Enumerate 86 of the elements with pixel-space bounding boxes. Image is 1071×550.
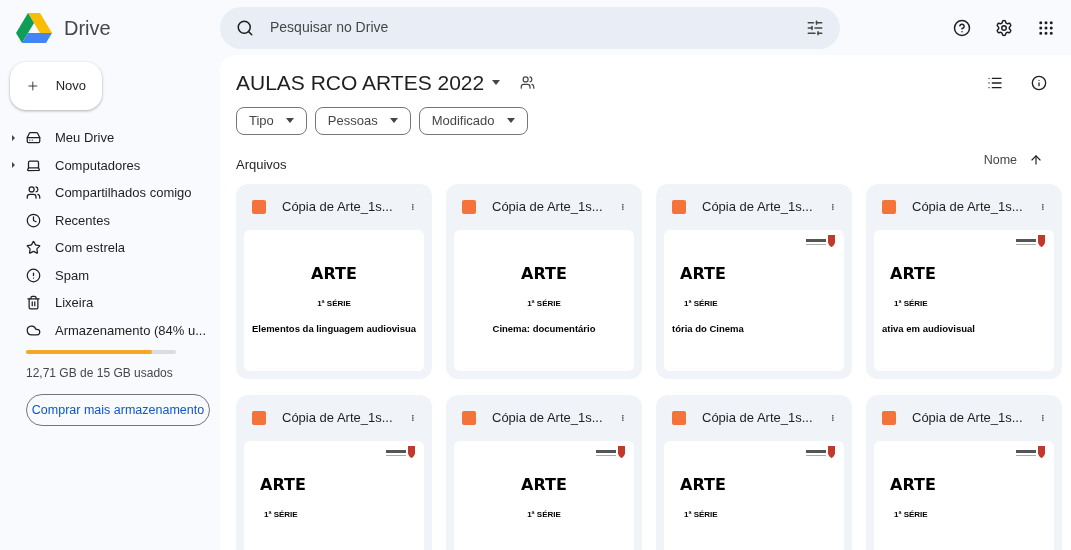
sidebar-item[interactable]: Spam <box>10 261 220 289</box>
sort-ascending-icon[interactable] <box>1029 153 1043 168</box>
slide-title: ARTE <box>311 263 357 285</box>
file-name: Cópia de Arte_1s... <box>282 198 393 217</box>
settings-icon[interactable] <box>995 18 1013 37</box>
help-icon[interactable] <box>953 18 971 37</box>
expand-arrow-icon[interactable] <box>11 162 15 169</box>
file-name: Cópia de Arte_1s... <box>282 409 393 428</box>
sidebar-item[interactable]: Meu Drive <box>10 124 220 152</box>
sidebar-item[interactable]: Lixeira <box>10 289 220 317</box>
slide-grade: 1ª SÉRIE <box>527 509 561 521</box>
file-name: Cópia de Arte_1s... <box>492 198 603 217</box>
drive-logo-icon <box>16 11 52 44</box>
star-icon <box>26 240 41 256</box>
drive-icon <box>26 130 41 146</box>
info-icon[interactable] <box>1031 74 1047 91</box>
file-name: Cópia de Arte_1s... <box>912 198 1023 217</box>
search-field[interactable]: Pesquisar no Drive <box>220 6 840 49</box>
slides-file-icon <box>462 411 476 425</box>
sidebar-item[interactable]: Computadores <box>10 151 220 179</box>
filter-icon[interactable] <box>806 18 824 37</box>
slide-title: ARTE <box>889 263 936 285</box>
filter-chip[interactable]: Pessoas <box>314 106 411 135</box>
slide-title: ARTE <box>679 263 726 285</box>
new-button[interactable]: Novo <box>10 62 102 110</box>
slide-topic: Cinema: documentário <box>492 322 596 336</box>
clock-icon <box>26 212 41 228</box>
slide-grade: 1ª SÉRIE <box>893 509 928 521</box>
laptop-icon <box>26 157 41 173</box>
file-name: Cópia de Arte_1s... <box>492 409 603 428</box>
sidebar-item[interactable]: Recentes <box>10 206 220 234</box>
caret-icon <box>389 118 398 123</box>
slide-topic: ativa em audiovisual <box>882 322 975 336</box>
slide-grade: 1ª SÉRIE <box>263 509 298 521</box>
slide-title: ARTE <box>889 474 936 496</box>
sidebar-item[interactable]: Armazenamento (84% u... <box>10 316 220 344</box>
people-icon <box>26 185 41 201</box>
slides-file-icon <box>882 411 896 425</box>
app-name: Drive <box>64 15 111 41</box>
file-card[interactable]: Cópia de Arte_1s... ARTE 1ª SÉRIE <box>866 395 1062 550</box>
alert-icon <box>26 267 41 283</box>
filter-chip[interactable]: Tipo <box>236 106 307 135</box>
slide-title: ARTE <box>259 474 306 496</box>
slide-grade: 1ª SÉRIE <box>683 298 718 310</box>
apps-icon[interactable] <box>1037 18 1055 37</box>
sidebar-item[interactable]: Com estrela <box>10 234 220 262</box>
filter-chip[interactable]: Modificado <box>418 106 528 135</box>
section-title: Arquivos <box>236 155 287 174</box>
file-name: Cópia de Arte_1s... <box>702 409 813 428</box>
slide-grade: 1ª SÉRIE <box>893 298 928 310</box>
search-icon <box>236 18 254 37</box>
sidebar-item[interactable]: Compartilhados comigo <box>10 179 220 207</box>
slides-file-icon <box>252 411 266 425</box>
file-name: Cópia de Arte_1s... <box>702 198 813 217</box>
file-card[interactable]: Cópia de Arte_1s... ARTE 1ª SÉRIE <box>236 395 432 550</box>
slide-title: ARTE <box>521 263 567 285</box>
file-card[interactable]: Cópia de Arte_1s... ARTE 1ª SÉRIE ativa em audiovisual <box>866 184 1062 379</box>
storage-usage: 12,71 GB de 15 GB usados <box>26 365 174 382</box>
slides-file-icon <box>672 411 686 425</box>
file-card[interactable]: Cópia de Arte_1s... ARTE 1ª SÉRIE Cinema: documentário <box>446 184 642 379</box>
slide-topic: tória do Cinema <box>672 322 744 336</box>
slide-grade: 1ª SÉRIE <box>317 298 351 310</box>
slide-topic: Elementos da linguagem audiovisua <box>251 322 417 336</box>
slide-grade: 1ª SÉRIE <box>683 509 718 521</box>
caret-icon <box>506 118 515 123</box>
slide-grade: 1ª SÉRIE <box>527 298 561 310</box>
slide-title: ARTE <box>679 474 726 496</box>
trash-icon <box>26 295 41 311</box>
expand-arrow-icon[interactable] <box>11 134 15 141</box>
file-card[interactable]: Cópia de Arte_1s... ARTE 1ª SÉRIE Elementos da linguagem audiovisua <box>236 184 432 379</box>
caret-icon <box>285 118 294 123</box>
cloud-icon <box>26 322 41 338</box>
file-card[interactable]: Cópia de Arte_1s... ARTE 1ª SÉRIE <box>656 395 852 550</box>
folder-title[interactable]: AULAS RCO ARTES 2022 <box>236 67 485 99</box>
sort-label[interactable]: Nome <box>983 150 1017 170</box>
slides-file-icon <box>252 200 266 214</box>
search-input[interactable]: Pesquisar no Drive <box>270 17 790 38</box>
slides-file-icon <box>672 200 686 214</box>
file-name: Cópia de Arte_1s... <box>912 409 1023 428</box>
file-card[interactable]: Cópia de Arte_1s... ARTE 1ª SÉRIE <box>446 395 642 550</box>
slide-title: ARTE <box>521 474 567 496</box>
slides-file-icon <box>882 200 896 214</box>
shared-folder-icon <box>520 75 536 91</box>
caret-icon <box>492 80 501 86</box>
slides-file-icon <box>462 200 476 214</box>
file-card[interactable]: Cópia de Arte_1s... ARTE 1ª SÉRIE tória do Cinema <box>656 184 852 379</box>
